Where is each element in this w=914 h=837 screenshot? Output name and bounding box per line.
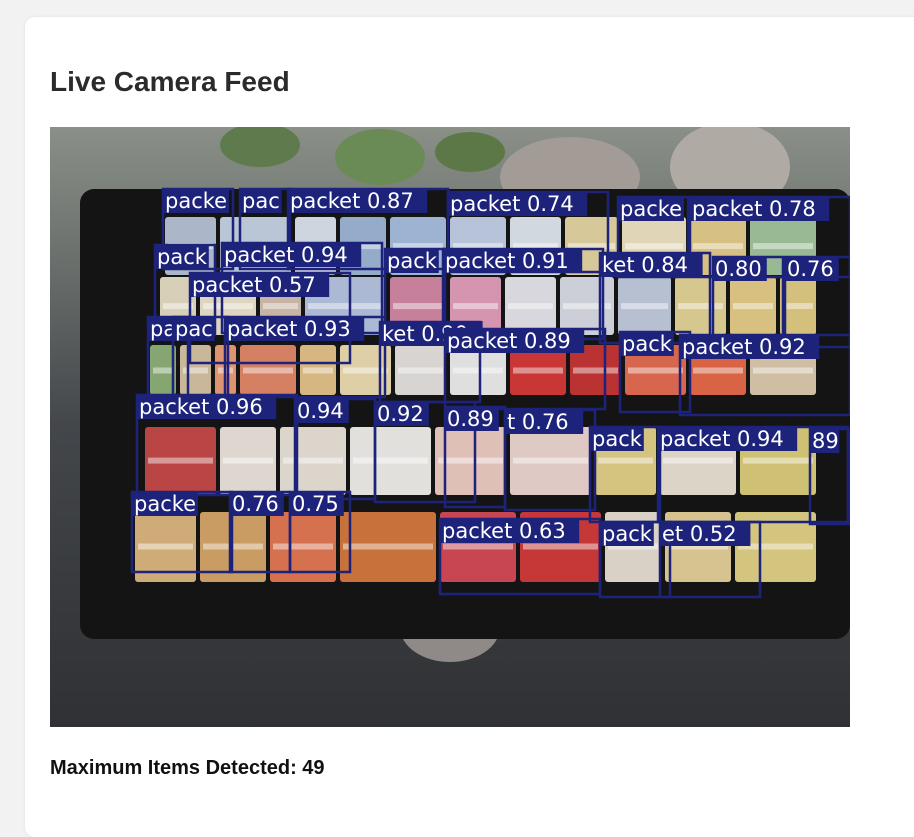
- detection-label: pack: [622, 332, 673, 356]
- max-items-detected: Maximum Items Detected: 49: [50, 757, 325, 779]
- packet-label-band: [783, 303, 813, 310]
- packet-label-band: [523, 543, 598, 550]
- packet-label-band: [508, 303, 553, 310]
- detection-label: packet 0.92: [682, 335, 806, 359]
- detection-label: 0.80: [715, 257, 762, 281]
- detection-label: pac: [242, 189, 280, 213]
- packet-label-band: [273, 543, 333, 550]
- detection-label: 0.75: [292, 492, 339, 516]
- detection-label: packet 0.74: [450, 192, 574, 216]
- packet-label-band: [573, 367, 618, 374]
- detection-label: packet 0.87: [290, 189, 414, 213]
- detection-label: 0.76: [232, 492, 279, 516]
- detection-label: 89: [812, 429, 839, 453]
- packet-label-band: [743, 457, 813, 464]
- packet-label-band: [598, 457, 653, 464]
- packet-label-band: [203, 303, 253, 310]
- detection-label: 0.94: [297, 399, 344, 423]
- detection-label: 0.92: [377, 402, 424, 426]
- detection-label: packet 0.89: [447, 329, 571, 353]
- detection-label: packet 0.94: [660, 427, 784, 451]
- packet-label-band: [513, 457, 588, 464]
- packet-label-band: [163, 303, 193, 310]
- detection-label: et 0.52: [662, 522, 737, 546]
- packet-label-band: [733, 303, 773, 310]
- packet-label-band: [138, 543, 193, 550]
- detection-label: packet 0.96: [139, 395, 263, 419]
- detection-label: pac: [175, 317, 213, 341]
- detection-label: pack: [602, 522, 653, 546]
- packet-label-band: [453, 367, 503, 374]
- packet-label-band: [438, 457, 503, 464]
- detection-label: packe: [134, 492, 196, 516]
- detection-label: packet 0.78: [692, 197, 816, 221]
- packet-label-band: [625, 243, 683, 250]
- packet-label-band: [393, 303, 443, 310]
- packet-label-band: [398, 367, 443, 374]
- detection-label: packet 0.93: [227, 317, 351, 341]
- detection-label: 0.89: [447, 407, 494, 431]
- packet-label-band: [753, 367, 813, 374]
- packet-label-band: [693, 243, 743, 250]
- detection-label: packe: [165, 189, 227, 213]
- detection-label: packet 0.57: [192, 273, 316, 297]
- packet-label-band: [148, 457, 213, 464]
- packet-label-band: [223, 457, 273, 464]
- packet-label-band: [263, 303, 298, 310]
- packet-label-band: [678, 303, 723, 310]
- packet-label-band: [753, 243, 813, 250]
- detection-label: packet 0.91: [445, 249, 569, 273]
- packet-label-band: [308, 303, 383, 310]
- packet-label-band: [513, 367, 563, 374]
- detection-label: t 0.76: [507, 410, 569, 434]
- detection-label: ket 0.84: [602, 253, 688, 277]
- packet-label-band: [621, 303, 668, 310]
- detection-label: packet 0.94: [224, 243, 348, 267]
- packet-label-band: [693, 367, 743, 374]
- packet-label-band: [243, 367, 293, 374]
- detection-label: pack: [592, 427, 643, 451]
- packet-label-band: [453, 303, 498, 310]
- detection-label: pack: [157, 245, 208, 269]
- camera-feed: packe pac packet 0.87 packet 0.74 packe packe…: [50, 127, 850, 727]
- packet-label-band: [303, 367, 333, 374]
- detection-label: 0.76: [787, 257, 834, 281]
- packet-label-band: [353, 457, 428, 464]
- detection-label: pack: [387, 249, 438, 273]
- packet-label-band: [343, 543, 433, 550]
- packet-label-band: [663, 457, 733, 464]
- packet-label-band: [153, 367, 173, 374]
- packet-label-band: [628, 367, 683, 374]
- packet-label-band: [443, 543, 513, 550]
- packet-label-band: [283, 457, 343, 464]
- detection-label: packe: [620, 197, 682, 221]
- page-title: Live Camera Feed: [50, 66, 290, 97]
- detection-label: packet 0.63: [442, 519, 566, 543]
